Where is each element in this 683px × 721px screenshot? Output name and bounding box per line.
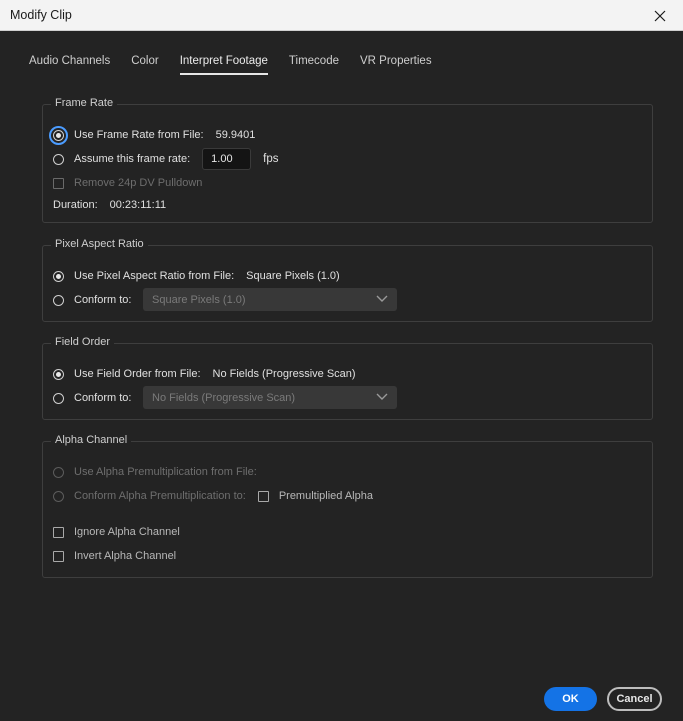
premultiplied-alpha-label: Premultiplied Alpha bbox=[278, 490, 373, 502]
conform-par-radio[interactable] bbox=[53, 294, 64, 306]
use-alpha-from-file-radio[interactable] bbox=[53, 466, 64, 478]
invert-alpha-checkbox[interactable] bbox=[53, 550, 64, 562]
use-alpha-from-file-option[interactable]: Use Alpha Premultiplication from File: bbox=[53, 461, 257, 483]
assume-frame-rate-label: Assume this frame rate: bbox=[74, 153, 191, 165]
use-field-order-from-file-label: Use Field Order from File: bbox=[74, 368, 201, 380]
remove-pulldown-label: Remove 24p DV Pulldown bbox=[74, 177, 203, 189]
file-frame-rate-value: 59.9401 bbox=[215, 129, 256, 141]
frame-rate-input[interactable]: 1.00 bbox=[202, 148, 252, 170]
tab-audio-channels[interactable]: Audio Channels bbox=[29, 55, 110, 75]
modify-clip-dialog: Audio Channels Color Interpret Footage T… bbox=[2, 31, 681, 719]
ok-button[interactable]: OK bbox=[544, 687, 597, 711]
tab-vr-properties[interactable]: VR Properties bbox=[360, 55, 432, 75]
conform-par-select-value: Square Pixels (1.0) bbox=[152, 293, 246, 306]
invert-alpha-label: Invert Alpha Channel bbox=[74, 550, 177, 562]
pixel-aspect-ratio-heading: Pixel Aspect Ratio bbox=[51, 238, 148, 250]
title-bar: Modify Clip bbox=[0, 0, 683, 31]
cancel-button[interactable]: Cancel bbox=[607, 687, 662, 711]
remove-pulldown-option[interactable]: Remove 24p DV Pulldown bbox=[53, 172, 202, 194]
conform-par-label: Conform to: bbox=[74, 294, 132, 306]
use-frame-rate-from-file-label: Use Frame Rate from File: bbox=[74, 129, 204, 141]
conform-field-order-label: Conform to: bbox=[74, 392, 132, 404]
conform-field-order-select[interactable]: No Fields (Progressive Scan) bbox=[143, 386, 397, 409]
alpha-channel-heading: Alpha Channel bbox=[51, 434, 132, 446]
premultiplied-alpha-checkbox[interactable] bbox=[257, 490, 269, 502]
field-order-group: Field Order Use Field Order from File: N… bbox=[42, 336, 653, 420]
frame-rate-group: Frame Rate Use Frame Rate from File: 59.… bbox=[42, 97, 653, 223]
remove-pulldown-checkbox[interactable] bbox=[53, 177, 64, 189]
tab-color[interactable]: Color bbox=[131, 55, 158, 75]
assume-frame-rate-option[interactable]: Assume this frame rate: 1.00 fps bbox=[53, 148, 279, 170]
use-frame-rate-from-file-option[interactable]: Use Frame Rate from File: 59.9401 bbox=[49, 124, 256, 146]
use-field-order-from-file-radio[interactable] bbox=[53, 368, 64, 380]
conform-par-option[interactable]: Conform to: bbox=[53, 289, 131, 311]
ignore-alpha-option[interactable]: Ignore Alpha Channel bbox=[53, 521, 180, 543]
conform-field-order-option[interactable]: Conform to: bbox=[53, 387, 131, 409]
tab-bar: Audio Channels Color Interpret Footage T… bbox=[29, 55, 453, 75]
chevron-down-icon bbox=[376, 393, 388, 400]
assume-frame-rate-radio[interactable] bbox=[53, 153, 64, 165]
conform-alpha-radio[interactable] bbox=[53, 490, 64, 502]
ignore-alpha-checkbox[interactable] bbox=[53, 526, 64, 538]
file-field-order-value: No Fields (Progressive Scan) bbox=[212, 368, 356, 380]
conform-field-order-radio[interactable] bbox=[53, 392, 64, 404]
duration-label: Duration: bbox=[53, 199, 98, 211]
close-icon bbox=[654, 10, 666, 21]
conform-alpha-option[interactable]: Conform Alpha Premultiplication to: Prem… bbox=[53, 485, 373, 507]
file-par-value: Square Pixels (1.0) bbox=[246, 270, 340, 282]
field-order-heading: Field Order bbox=[51, 336, 115, 348]
frame-rate-heading: Frame Rate bbox=[51, 97, 118, 109]
tab-timecode[interactable]: Timecode bbox=[289, 55, 339, 75]
close-button[interactable] bbox=[637, 0, 683, 31]
conform-alpha-label: Conform Alpha Premultiplication to: bbox=[74, 490, 246, 502]
conform-par-select[interactable]: Square Pixels (1.0) bbox=[143, 288, 397, 311]
use-frame-rate-from-file-radio[interactable] bbox=[49, 125, 68, 145]
use-par-from-file-label: Use Pixel Aspect Ratio from File: bbox=[74, 270, 235, 282]
alpha-channel-group: Alpha Channel Use Alpha Premultiplicatio… bbox=[42, 434, 653, 578]
use-field-order-from-file-option[interactable]: Use Field Order from File: No Fields (Pr… bbox=[53, 363, 356, 385]
fps-unit-label: fps bbox=[263, 153, 279, 165]
ignore-alpha-label: Ignore Alpha Channel bbox=[74, 526, 180, 538]
use-par-from-file-option[interactable]: Use Pixel Aspect Ratio from File: Square… bbox=[53, 265, 340, 287]
invert-alpha-option[interactable]: Invert Alpha Channel bbox=[53, 545, 176, 567]
chevron-down-icon bbox=[376, 295, 388, 302]
use-alpha-from-file-label: Use Alpha Premultiplication from File: bbox=[74, 466, 257, 478]
conform-field-order-select-value: No Fields (Progressive Scan) bbox=[152, 391, 296, 404]
duration-value: 00:23:11:11 bbox=[109, 199, 167, 211]
duration-row: Duration: 00:23:11:11 bbox=[53, 194, 166, 216]
tab-interpret-footage[interactable]: Interpret Footage bbox=[179, 55, 269, 75]
pixel-aspect-ratio-group: Pixel Aspect Ratio Use Pixel Aspect Rati… bbox=[42, 238, 653, 322]
use-par-from-file-radio[interactable] bbox=[53, 270, 64, 282]
window-title: Modify Clip bbox=[10, 8, 72, 22]
